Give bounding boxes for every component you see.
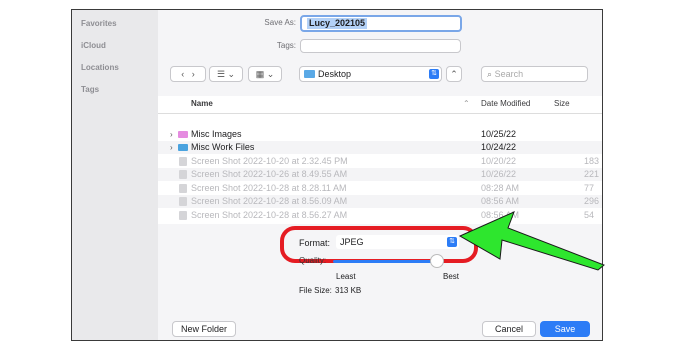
save-as-input[interactable]: Lucy_202105 bbox=[300, 15, 462, 32]
list-view-icon: ☰ ⌄ bbox=[216, 69, 236, 79]
image-file-icon bbox=[179, 157, 187, 166]
save-button[interactable]: Save bbox=[540, 321, 590, 337]
header-divider bbox=[158, 113, 602, 114]
column-header-size[interactable]: Size bbox=[554, 96, 570, 112]
file-list: Name ⌃ Date Modified Size › Misc Images … bbox=[158, 96, 602, 224]
pointer-arrow-icon bbox=[458, 211, 605, 271]
folder-icon bbox=[178, 131, 188, 138]
save-as-label: Save As: bbox=[264, 18, 296, 27]
sidebar-item-favorites[interactable]: Favorites bbox=[81, 19, 117, 28]
file-size-label: File Size: bbox=[299, 286, 332, 295]
image-file-icon bbox=[179, 170, 187, 179]
up-down-icon: ⇅ bbox=[429, 69, 439, 79]
chevron-left-icon[interactable]: ‹ bbox=[181, 69, 184, 79]
tags-input[interactable] bbox=[300, 39, 461, 53]
tags-label: Tags: bbox=[276, 41, 296, 50]
save-dialog: Favorites iCloud Locations Tags Save As:… bbox=[71, 9, 603, 341]
collapse-button[interactable]: ⌃ bbox=[446, 66, 462, 82]
search-icon: ⌕ bbox=[487, 69, 493, 79]
back-forward-buttons[interactable]: ‹ › bbox=[170, 66, 206, 82]
list-view-button[interactable]: ☰ ⌄ bbox=[209, 66, 243, 82]
main-panel: Save As: Lucy_202105 Tags: ‹ › ☰ ⌄ ▦ ⌄ D… bbox=[158, 10, 602, 340]
image-file-icon bbox=[179, 197, 187, 206]
disclosure-triangle-icon[interactable]: › bbox=[170, 128, 173, 141]
list-item[interactable]: › Misc Images 10/25/22 bbox=[158, 128, 602, 141]
quality-slider-knob[interactable] bbox=[430, 254, 444, 268]
image-file-icon bbox=[179, 211, 187, 220]
list-item[interactable]: Screen Shot 2022-10-20 at 2.32.45 PM 10/… bbox=[158, 155, 602, 168]
sidebar-item-icloud[interactable]: iCloud bbox=[81, 41, 106, 50]
list-item[interactable]: Screen Shot 2022-10-28 at 8.28.11 AM 08:… bbox=[158, 182, 602, 195]
quality-slider-track[interactable] bbox=[333, 260, 438, 263]
list-item[interactable]: Screen Shot 2022-10-28 at 8.56.09 AM 08:… bbox=[158, 195, 602, 208]
column-header-date[interactable]: Date Modified bbox=[481, 96, 530, 112]
quality-label: Quality: bbox=[299, 256, 327, 265]
sidebar: Favorites iCloud Locations Tags bbox=[72, 10, 158, 340]
sidebar-item-tags[interactable]: Tags bbox=[81, 85, 99, 94]
image-file-icon bbox=[179, 184, 187, 193]
search-field[interactable]: ⌕ Search bbox=[481, 66, 588, 82]
column-header-name[interactable]: Name bbox=[191, 96, 213, 112]
sort-chevron-icon[interactable]: ⌃ bbox=[463, 96, 470, 112]
grid-view-icon: ▦ ⌄ bbox=[255, 69, 275, 79]
best-label: Best bbox=[443, 272, 460, 281]
list-item[interactable]: Screen Shot 2022-10-26 at 8.49.55 AM 10/… bbox=[158, 168, 602, 181]
cancel-button[interactable]: Cancel bbox=[482, 321, 536, 337]
group-view-button[interactable]: ▦ ⌄ bbox=[248, 66, 282, 82]
location-dropdown[interactable]: Desktop ⇅ bbox=[299, 66, 442, 82]
folder-icon bbox=[178, 144, 188, 151]
list-item[interactable]: › Misc Work Files 10/24/22 bbox=[158, 141, 602, 154]
folder-icon bbox=[304, 69, 315, 78]
least-label: Least bbox=[336, 272, 356, 281]
disclosure-triangle-icon[interactable]: › bbox=[170, 141, 173, 154]
new-folder-button[interactable]: New Folder bbox=[172, 321, 236, 337]
chevron-up-icon: ⌃ bbox=[450, 69, 458, 79]
file-size-value: 313 KB bbox=[335, 286, 362, 295]
search-placeholder: Search bbox=[494, 69, 524, 79]
sidebar-item-locations[interactable]: Locations bbox=[81, 63, 119, 72]
location-value: Desktop bbox=[318, 69, 352, 79]
save-as-value: Lucy_202105 bbox=[307, 18, 368, 29]
chevron-right-icon[interactable]: › bbox=[192, 69, 195, 79]
